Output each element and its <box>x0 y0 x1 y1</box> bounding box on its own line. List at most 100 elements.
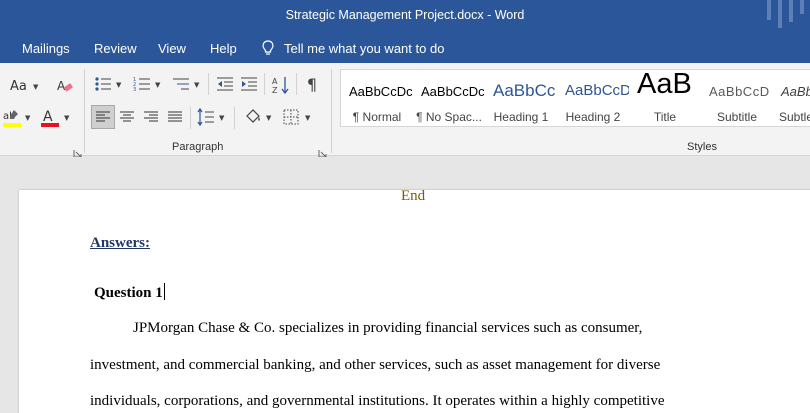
align-left-icon <box>96 111 110 122</box>
lightbulb-icon <box>262 40 274 56</box>
style-name: Subtitle <box>716 110 758 124</box>
tab-review[interactable]: Review <box>94 41 137 56</box>
style-sample: AaBbCc <box>493 81 556 100</box>
ribbon-separator <box>234 107 235 129</box>
style-title[interactable]: AaB Title <box>629 70 701 126</box>
question-heading-text: Question 1 <box>94 285 163 301</box>
tell-me-search[interactable]: Tell me what you want to do <box>262 40 444 56</box>
styles-gallery: AaBbCcDc ¶ Normal AaBbCcDc ¶ No Spac... … <box>340 69 810 127</box>
bullets-icon <box>95 77 111 91</box>
ribbon-separator <box>190 107 191 129</box>
numbering-caret-icon: ▼ <box>155 81 161 89</box>
ribbon-separator <box>296 73 297 95</box>
align-right-icon <box>144 111 158 122</box>
increase-indent-button[interactable] <box>240 75 258 93</box>
svg-text:A: A <box>272 77 278 86</box>
borders-caret-icon: ▼ <box>305 114 311 122</box>
decrease-indent-icon <box>217 77 233 91</box>
style-name: Title <box>653 110 677 124</box>
style-name: Heading 1 <box>493 110 549 124</box>
shading-caret-icon: ▼ <box>266 114 272 122</box>
title-bar: Strategic Management Project.docx - Word <box>0 0 810 33</box>
multilevel-list-icon <box>173 78 189 90</box>
style-normal[interactable]: AaBbCcDc ¶ Normal <box>341 70 413 126</box>
clear-formatting-button[interactable]: A <box>56 77 74 95</box>
ribbon-separator <box>84 69 85 153</box>
sort-icon: AZ <box>272 77 289 95</box>
paragraph-line: investment, and commercial banking, and … <box>90 357 661 373</box>
numbering-button[interactable]: 123 <box>133 75 151 93</box>
font-color-caret-icon: ▼ <box>64 114 70 122</box>
justify-button[interactable] <box>166 105 184 129</box>
ribbon-tab-row: Mailings Review View Help Tell me what y… <box>0 33 810 63</box>
align-right-button[interactable] <box>142 105 160 129</box>
window-title: Strategic Management Project.docx - Word <box>285 8 525 22</box>
svg-text:3: 3 <box>133 87 136 93</box>
document-area: End Answers: Question 1 JPMorgan Chase &… <box>0 157 810 413</box>
font-color-button[interactable]: A <box>40 107 60 129</box>
style-no-spacing[interactable]: AaBbCcDc ¶ No Spac... <box>413 70 485 126</box>
highlighter-icon: ab <box>3 110 21 127</box>
style-sample: AaBbCcD <box>565 82 629 99</box>
style-subtle[interactable]: AaBb Subtle <box>773 70 810 126</box>
clear-formatting-icon: A <box>57 79 73 93</box>
tell-me-placeholder: Tell me what you want to do <box>284 40 445 56</box>
align-center-button[interactable] <box>118 105 136 129</box>
style-name: ¶ No Spac... <box>416 110 482 124</box>
align-center-icon <box>120 111 134 122</box>
pilcrow-icon: ¶ <box>306 74 318 94</box>
svg-text:A: A <box>43 109 53 125</box>
style-sample: AaB <box>637 70 692 100</box>
decrease-indent-button[interactable] <box>216 75 234 93</box>
style-heading-1[interactable]: AaBbCc Heading 1 <box>485 70 557 126</box>
change-case-label: Aa <box>10 78 27 94</box>
answers-heading: Answers: <box>90 235 150 251</box>
multilevel-list-button[interactable] <box>172 75 190 93</box>
line-spacing-icon <box>197 107 214 127</box>
end-text: End <box>401 188 426 204</box>
text-highlight-button[interactable]: ab <box>2 107 22 129</box>
style-name: Subtle <box>779 110 810 124</box>
show-formatting-marks-button[interactable]: ¶ <box>304 74 320 94</box>
title-bar-decoration <box>767 0 804 33</box>
svg-text:Z: Z <box>272 86 278 95</box>
sort-button[interactable]: AZ <box>272 75 290 95</box>
numbering-icon: 123 <box>133 77 150 93</box>
style-sample: AaBbCcDc <box>349 84 413 99</box>
line-spacing-button[interactable] <box>197 107 215 127</box>
style-sample: AaBb <box>781 84 810 99</box>
borders-icon <box>283 109 299 125</box>
style-sample: AaBbCcDc <box>421 84 485 99</box>
style-name: ¶ Normal <box>352 110 402 124</box>
align-left-button[interactable] <box>91 105 115 129</box>
style-name: Heading 2 <box>565 110 621 124</box>
paragraph-line: JPMorgan Chase & Co. specializes in prov… <box>133 320 643 336</box>
increase-indent-icon <box>241 77 257 91</box>
paint-bucket-icon <box>246 109 260 123</box>
bullets-button[interactable] <box>94 75 112 93</box>
change-case-button[interactable]: Aa <box>10 77 27 95</box>
ribbon-separator <box>264 73 265 95</box>
font-dialog-launcher[interactable] <box>73 143 82 158</box>
paragraph-dialog-launcher[interactable] <box>318 143 327 158</box>
document-page[interactable]: End Answers: Question 1 JPMorgan Chase &… <box>19 188 810 413</box>
change-case-caret-icon: ▼ <box>33 83 39 91</box>
text-cursor <box>163 283 165 300</box>
ribbon: Aa ▼ A ab ▼ A ▼ ▼ 123 ▼ ▼ AZ ¶ ▼ ▼ ▼ Par… <box>0 63 810 158</box>
svg-text:A: A <box>57 79 66 93</box>
styles-group-label: Styles <box>687 141 717 153</box>
tab-view[interactable]: View <box>158 41 186 56</box>
paragraph-group-label: Paragraph <box>172 141 224 153</box>
tab-help[interactable]: Help <box>210 41 237 56</box>
justify-icon <box>168 111 182 122</box>
style-heading-2[interactable]: AaBbCcD Heading 2 <box>557 70 629 126</box>
tab-mailings[interactable]: Mailings <box>22 41 70 56</box>
style-subtitle[interactable]: AaBbCcD Subtitle <box>701 70 773 126</box>
borders-button[interactable] <box>282 107 300 127</box>
shading-button[interactable] <box>243 107 263 127</box>
ribbon-separator <box>208 73 209 95</box>
line-spacing-caret-icon: ▼ <box>219 114 225 122</box>
font-color-icon: A <box>41 109 59 127</box>
multilevel-caret-icon: ▼ <box>194 81 200 89</box>
question-heading: Question 1 <box>94 283 165 302</box>
